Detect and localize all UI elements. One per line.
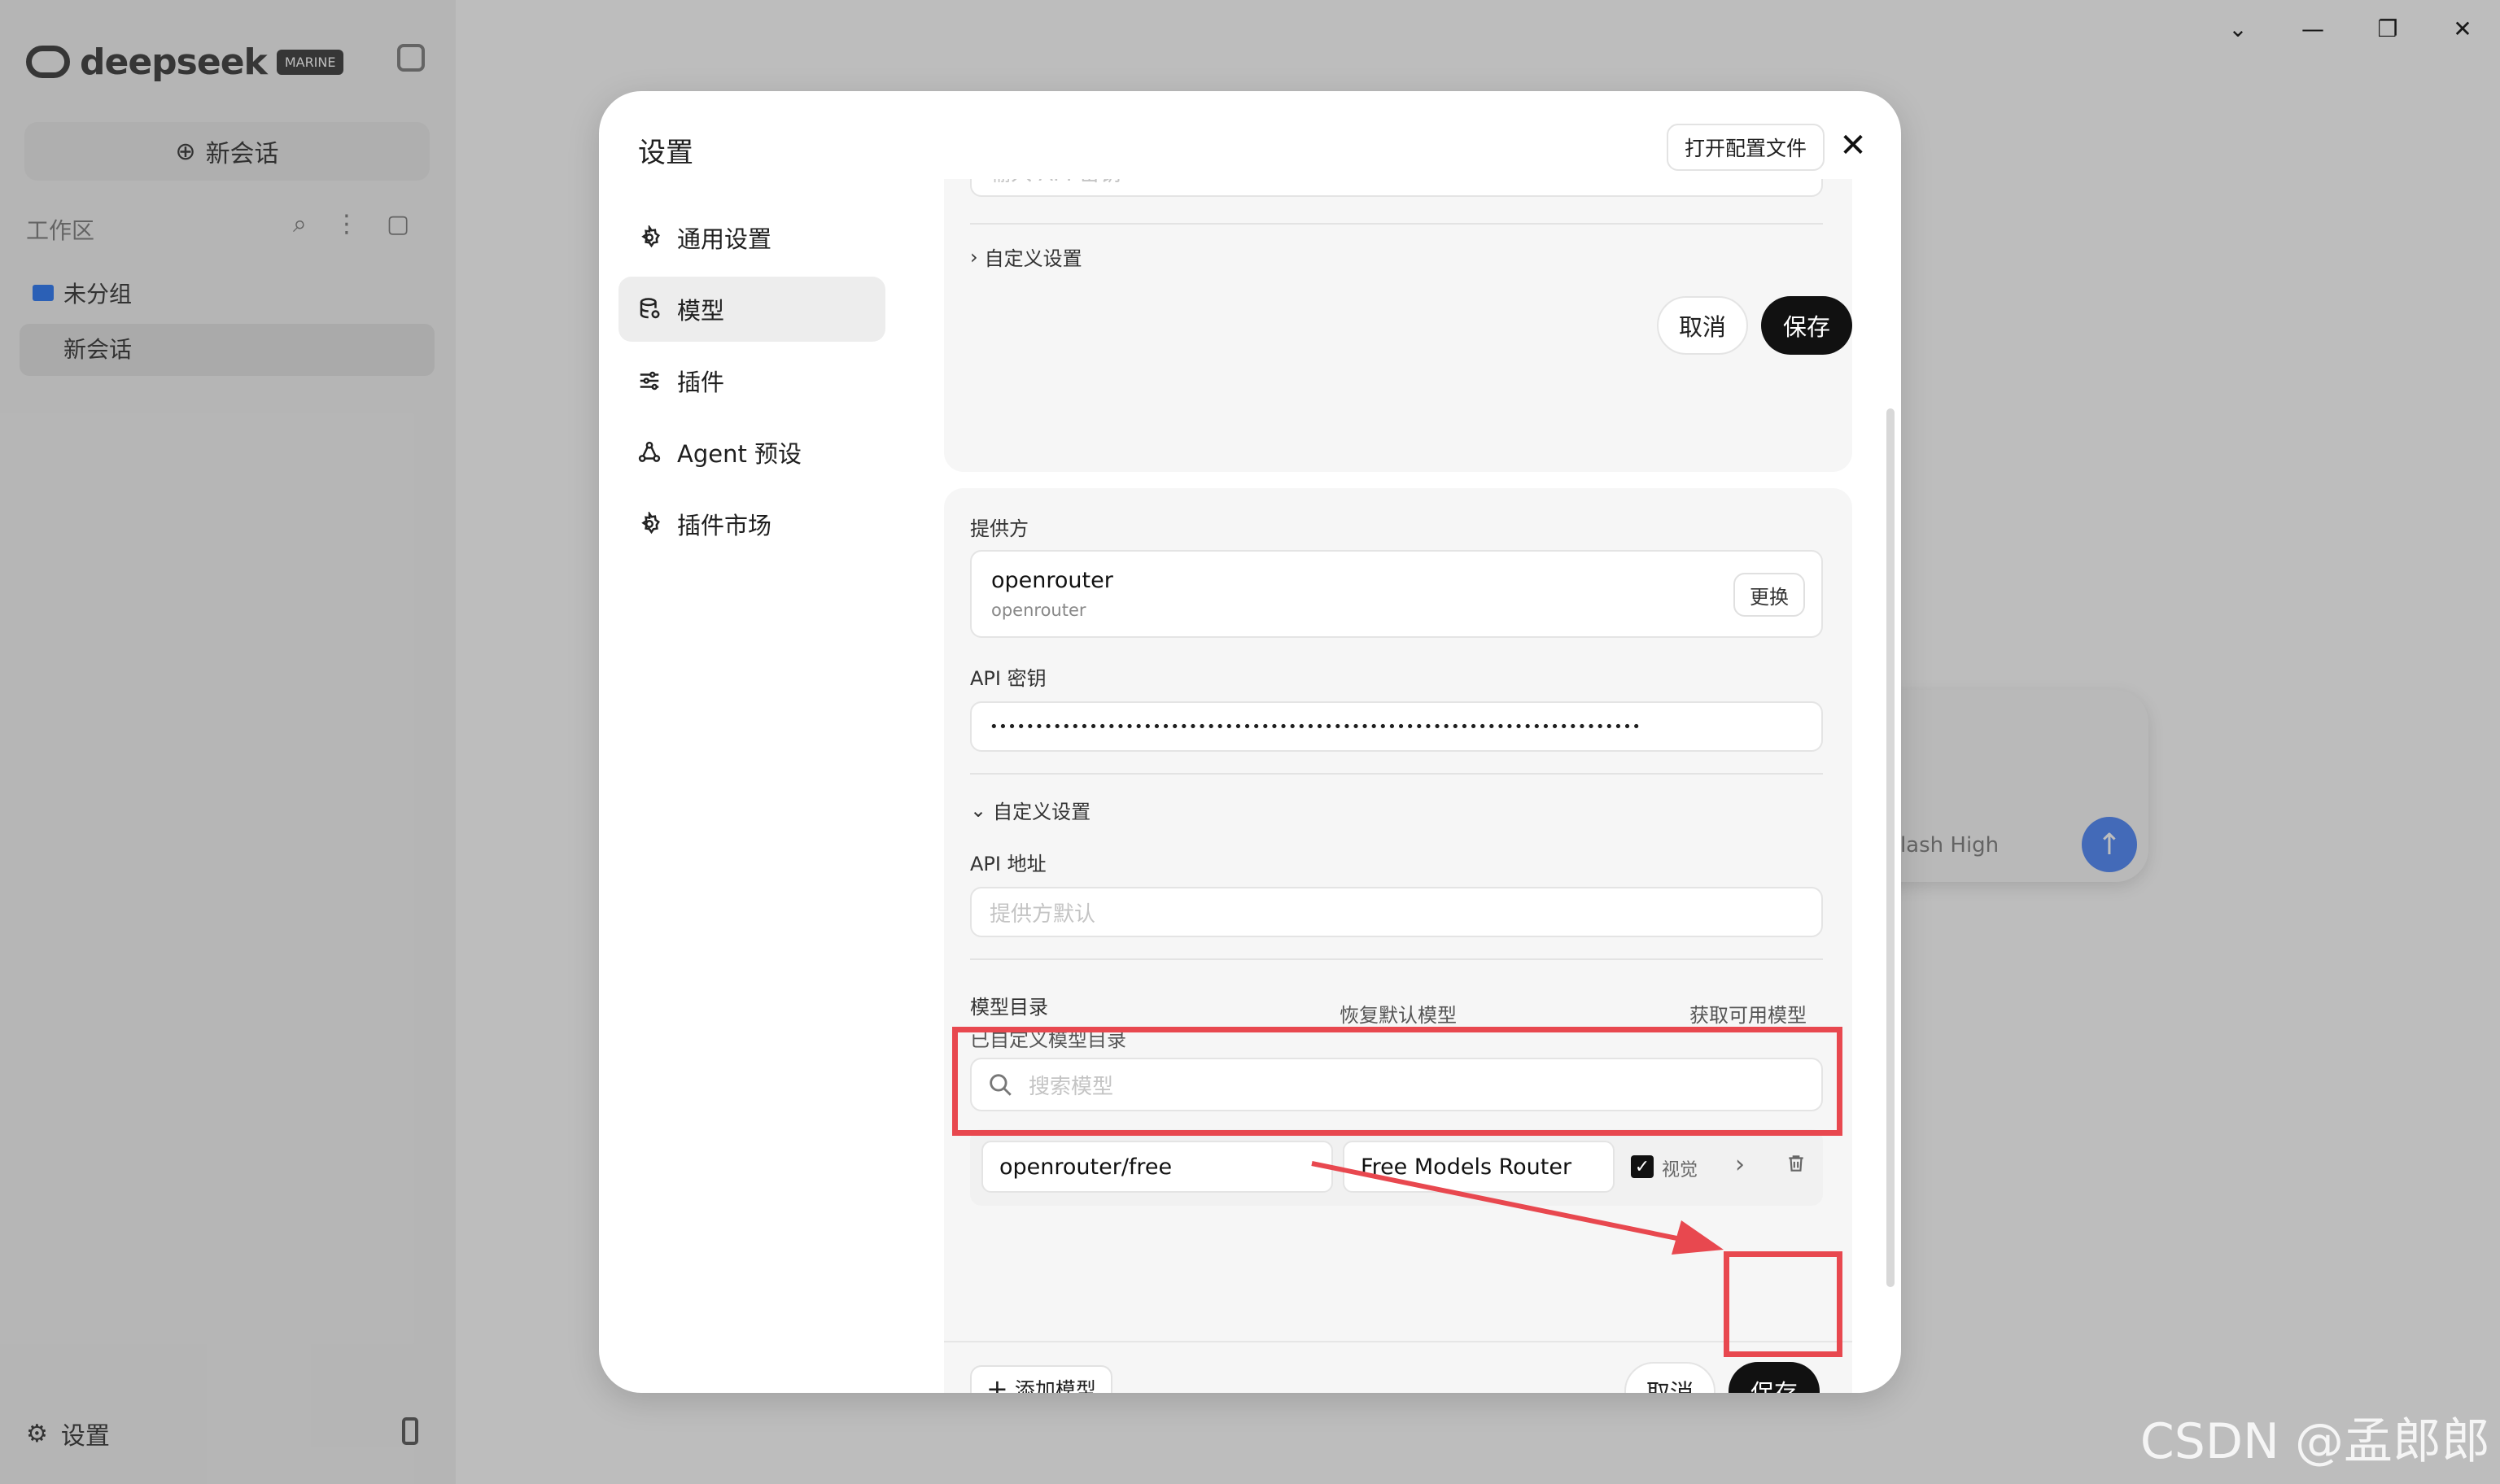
provider-card-openrouter: 提供方 openrouter openrouter 更换 API 密钥 ••••… <box>944 488 1852 1393</box>
provider-selector: openrouter openrouter 更换 <box>970 550 1823 638</box>
custom-settings-label: 自定义设置 <box>984 247 1082 270</box>
dialog-title: 设置 <box>638 137 693 169</box>
chevron-right-icon: › <box>970 245 978 268</box>
chevron-right-icon[interactable]: › <box>1735 1150 1745 1179</box>
nav-plugins[interactable]: 插件 <box>618 348 885 413</box>
model-id-input[interactable]: openrouter/free <box>981 1141 1333 1193</box>
cancel-button[interactable]: 取消 <box>1624 1362 1715 1393</box>
save-button[interactable]: 保存 <box>1729 1362 1820 1393</box>
highlight-box-model-row <box>952 1027 1842 1136</box>
api-key-input[interactable]: ••••••••••••••••••••••••••••••••••••••••… <box>970 701 1823 752</box>
provider-label: 提供方 <box>970 517 1029 540</box>
gear-icon <box>636 511 662 537</box>
api-key-input[interactable]: 输入 API 密钥 <box>970 179 1823 197</box>
agent-icon <box>636 439 662 465</box>
gear-icon <box>636 225 662 251</box>
nav-models[interactable]: 模型 <box>618 277 885 342</box>
api-url-label: API 地址 <box>970 853 1047 875</box>
trash-icon[interactable] <box>1784 1150 1808 1176</box>
divider <box>970 223 1823 225</box>
highlight-box-save <box>1724 1251 1842 1357</box>
divider <box>970 958 1823 960</box>
content-scrollbar[interactable] <box>1886 408 1895 1287</box>
custom-settings-toggle[interactable]: › 自定义设置 <box>970 242 1082 271</box>
settings-content: 输入 API 密钥 › 自定义设置 取消 保存 提供方 openrouter o… <box>944 179 1852 1393</box>
database-icon <box>636 296 662 322</box>
model-directory-title: 模型目录 <box>970 996 1048 1019</box>
nav-label: 模型 <box>677 297 725 325</box>
save-button[interactable]: 保存 <box>1761 296 1852 355</box>
settings-nav: 通用设置 模型 插件 Agent 预设 插件市场 <box>618 205 885 563</box>
model-list-item: openrouter/free Free Models Router ✓ 视觉 … <box>970 1129 1823 1206</box>
reset-default-models-button[interactable]: 恢复默认模型 <box>1340 999 1457 1028</box>
cancel-button[interactable]: 取消 <box>1657 296 1748 355</box>
sliders-icon <box>636 368 662 394</box>
watermark: CSDN @孟郎郎 <box>2139 1413 2490 1470</box>
nav-label: 插件市场 <box>677 512 772 539</box>
nav-label: Agent 预设 <box>677 440 802 468</box>
model-display-name-input[interactable]: Free Models Router <box>1343 1141 1615 1193</box>
close-dialog-button[interactable]: ✕ <box>1834 127 1872 164</box>
open-config-file-button[interactable]: 打开配置文件 <box>1667 124 1825 171</box>
add-model-button[interactable]: + 添加模型 <box>970 1365 1112 1393</box>
api-key-label: API 密钥 <box>970 667 1047 690</box>
nav-general-settings[interactable]: 通用设置 <box>618 205 885 270</box>
plus-icon: + <box>986 1373 1008 1393</box>
provider-name: openrouter <box>991 568 1113 593</box>
provider-id: openrouter <box>991 600 1086 620</box>
custom-settings-toggle[interactable]: ⌄ 自定义设置 <box>970 796 1090 824</box>
nav-plugin-market[interactable]: 插件市场 <box>618 491 885 556</box>
api-url-input[interactable]: 提供方默认 <box>970 887 1823 937</box>
vision-checkbox[interactable]: ✓ <box>1631 1155 1654 1178</box>
chevron-down-icon: ⌄ <box>970 798 987 822</box>
settings-dialog: 设置 打开配置文件 ✕ 通用设置 模型 插件 Agent 预设 插件市场 › 自… <box>599 91 1901 1393</box>
card-footer: + 添加模型 取消 保存 <box>944 1341 1852 1393</box>
vision-label: 视觉 <box>1662 1160 1698 1181</box>
provider-card-collapsed: 输入 API 密钥 › 自定义设置 取消 保存 <box>944 179 1852 472</box>
nav-label: 插件 <box>677 369 725 396</box>
add-model-label: 添加模型 <box>1014 1378 1096 1393</box>
fetch-available-models-button[interactable]: 获取可用模型 <box>1689 999 1807 1028</box>
change-provider-button[interactable]: 更换 <box>1733 573 1805 617</box>
nav-agent-presets[interactable]: Agent 预设 <box>618 420 885 485</box>
custom-settings-label: 自定义设置 <box>993 801 1091 823</box>
divider <box>970 773 1823 775</box>
nav-label: 通用设置 <box>677 225 772 253</box>
